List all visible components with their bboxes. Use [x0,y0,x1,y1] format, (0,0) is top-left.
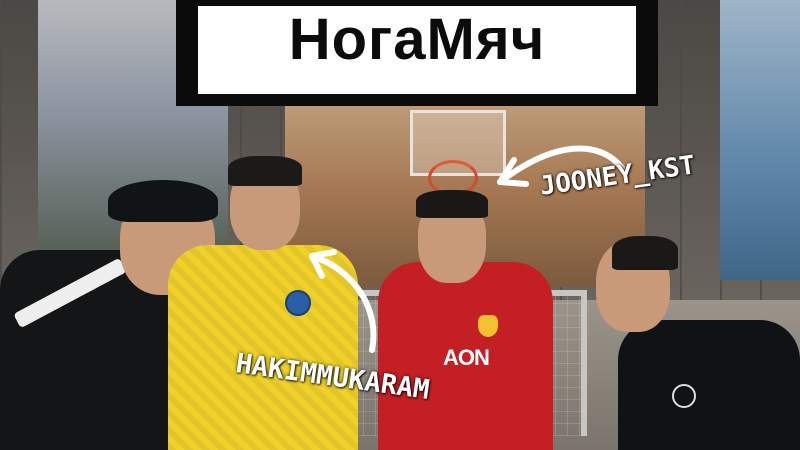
thumbnail-scene: AON НогаМяч JOONEY_KST HAKIMMUKARAM [0,0,800,450]
arrow-to-yellow-jersey-icon [309,249,377,353]
